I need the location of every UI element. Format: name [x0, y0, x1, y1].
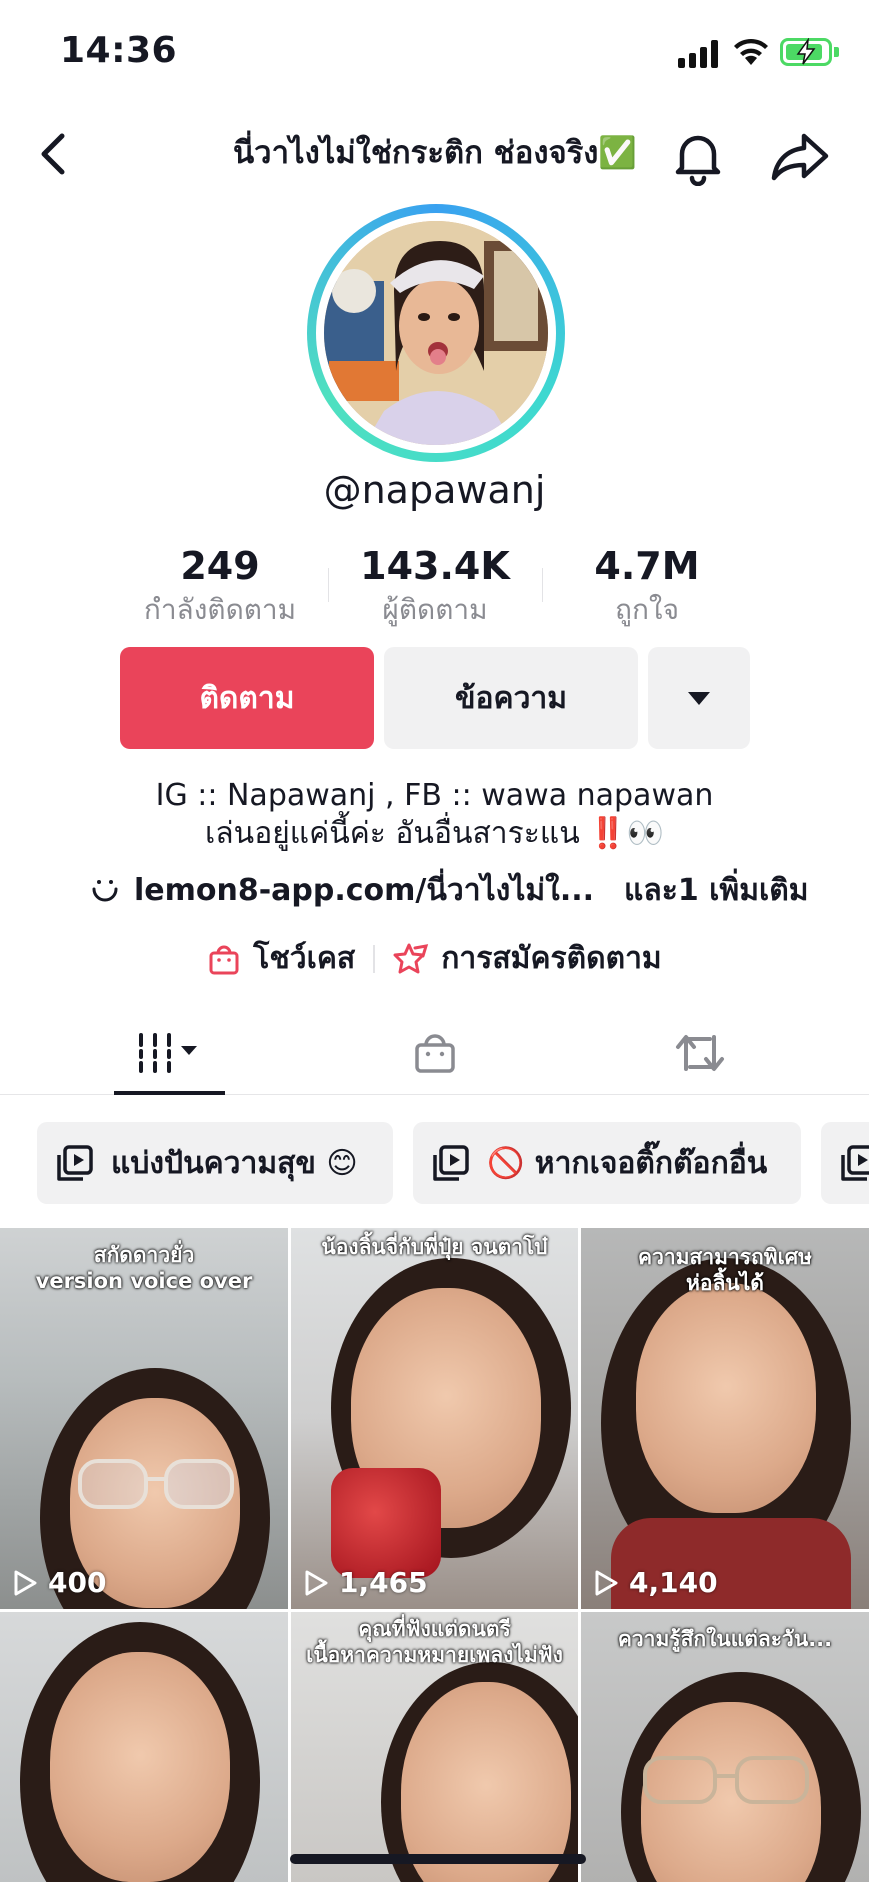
active-tab-indicator [114, 1091, 225, 1095]
avatar-story-ring[interactable] [307, 204, 565, 462]
video-caption: ความรู้สึกในแต่ละวัน... [617, 1627, 833, 1651]
video-caption: คุณที่ฟังแต่ดนตรี เนื้อหาความหมายเพลงไม่… [306, 1617, 563, 1667]
shopping-bag-icon [415, 1033, 455, 1073]
tab-videos[interactable] [114, 1010, 225, 1095]
view-count: 1,465 [303, 1566, 428, 1599]
status-time: 14:36 [60, 30, 178, 71]
subscription-label: การสมัครติดตาม [441, 941, 662, 976]
repost-icon [676, 1034, 724, 1071]
stat-value: 143.4K [360, 544, 510, 588]
play-icon [595, 1570, 618, 1595]
video-thumbnail[interactable]: ความสามารถพิเศษ ห่อลิ้นได้ 4,140 [581, 1228, 869, 1609]
showcase-link[interactable]: โชว์เคส [207, 935, 355, 982]
share-icon[interactable] [768, 126, 832, 186]
stat-label: กำลังติดตาม [143, 593, 297, 626]
playlist-row: แบ่งปันความสุข 😊 🚫 หากเจอติ๊กต๊อกอื่น [0, 1122, 869, 1206]
page-title: นี่วาไงไม่ใช่กระติก ช่องจริง✅ [232, 135, 638, 171]
grid-feed-icon [138, 1032, 197, 1073]
product-jar [331, 1468, 441, 1578]
divider [328, 568, 329, 602]
showcase-label: โชว์เคส [253, 941, 356, 976]
subscription-link[interactable]: การสมัครติดตาม [393, 935, 662, 982]
video-caption: สกัดดาวยั่ว version voice over [35, 1243, 253, 1293]
playlist-icon [57, 1145, 93, 1181]
caret-down-icon [688, 691, 710, 705]
play-icon [305, 1570, 328, 1595]
bio-link-row[interactable]: lemon8-app.com/นี่วาไงไม่ใ... และ1 เพิ่ม… [90, 868, 809, 912]
stat-label: ผู้ติดตาม [382, 593, 488, 626]
video-caption: ความสามารถพิเศษ ห่อลิ้นได้ [638, 1245, 812, 1295]
tab-reposts[interactable] [645, 1010, 755, 1095]
playlist-icon [433, 1145, 469, 1181]
tab-shop[interactable] [380, 1010, 490, 1095]
username: @napawanj [323, 468, 546, 512]
view-count-label: 1,465 [339, 1566, 428, 1599]
view-count: 400 [12, 1566, 106, 1599]
video-thumbnail[interactable] [0, 1612, 288, 1882]
wifi-icon [734, 38, 768, 65]
playlist-chip[interactable]: 🚫 หากเจอติ๊กต๊อกอื่น [413, 1122, 801, 1204]
video-thumbnail[interactable]: น้องลิ้นจี่กับพี่ปุ๋ย จนตาโบ๋ 1,465 [291, 1228, 578, 1609]
video-thumbnail[interactable]: ความรู้สึกในแต่ละวัน... [581, 1612, 869, 1882]
play-icon [14, 1570, 37, 1595]
view-count: 4,140 [593, 1566, 718, 1599]
more-links-button[interactable]: และ1 เพิ่มเติม [624, 867, 808, 914]
back-arrow-icon[interactable] [32, 126, 80, 182]
message-button[interactable]: ข้อความ [384, 647, 638, 749]
bell-icon[interactable] [668, 126, 728, 186]
playlist-icon [841, 1145, 869, 1181]
star-badge-icon [393, 943, 429, 973]
link-icon [92, 880, 118, 902]
stat-followers[interactable]: 143.4K ผู้ติดตาม [350, 542, 520, 630]
bio-line: IG :: Napawanj , FB :: wawa napawan [155, 778, 714, 813]
battery-cap [834, 47, 839, 57]
video-grid: สกัดดาวยั่ว version voice over 400 น้องล… [0, 1228, 869, 1882]
status-bar: 14:36 [0, 0, 869, 100]
glasses [643, 1756, 809, 1804]
bio-link[interactable]: lemon8-app.com/นี่วาไงไม่ใ... [134, 867, 594, 914]
view-count-label: 4,140 [629, 1566, 718, 1599]
glasses [78, 1459, 234, 1509]
stat-likes[interactable]: 4.7M ถูกใจ [562, 542, 732, 630]
charging-bolt-icon [796, 38, 816, 65]
stat-value: 4.7M [594, 544, 700, 588]
cellular-signal-icon [678, 40, 722, 68]
follow-button[interactable]: ติดตาม [120, 647, 374, 749]
stat-label: ถูกใจ [615, 593, 679, 626]
shopping-bag-icon [209, 945, 239, 974]
playlist-chip[interactable]: แบ่งปันความสุข 😊 [37, 1122, 393, 1204]
home-indicator [290, 1854, 586, 1864]
video-thumbnail[interactable]: คุณที่ฟังแต่ดนตรี เนื้อหาความหมายเพลงไม่… [291, 1612, 578, 1882]
playlist-label: แบ่งปันความสุข 😊 [111, 1145, 358, 1181]
divider [542, 568, 543, 602]
divider [373, 944, 376, 973]
playlist-chip[interactable] [821, 1122, 869, 1204]
stat-value: 249 [180, 544, 260, 588]
suggested-accounts-button[interactable] [648, 647, 750, 749]
content-tabs [0, 1010, 869, 1095]
bio-line: เล่นอยู่แค่นี้ค่ะ อันอื่นสาระแน ‼️👀 [205, 816, 664, 851]
video-thumbnail[interactable]: สกัดดาวยั่ว version voice over 400 [0, 1228, 288, 1609]
video-caption: น้องลิ้นจี่กับพี่ปุ๋ย จนตาโบ๋ [321, 1235, 548, 1259]
stat-following[interactable]: 249 กำลังติดตาม [135, 542, 305, 630]
playlist-label: 🚫 หากเจอติ๊กต๊อกอื่น [487, 1145, 768, 1181]
feature-row: โชว์เคส การสมัครติดตาม [0, 935, 869, 982]
view-count-label: 400 [48, 1566, 107, 1599]
avatar [324, 221, 548, 445]
